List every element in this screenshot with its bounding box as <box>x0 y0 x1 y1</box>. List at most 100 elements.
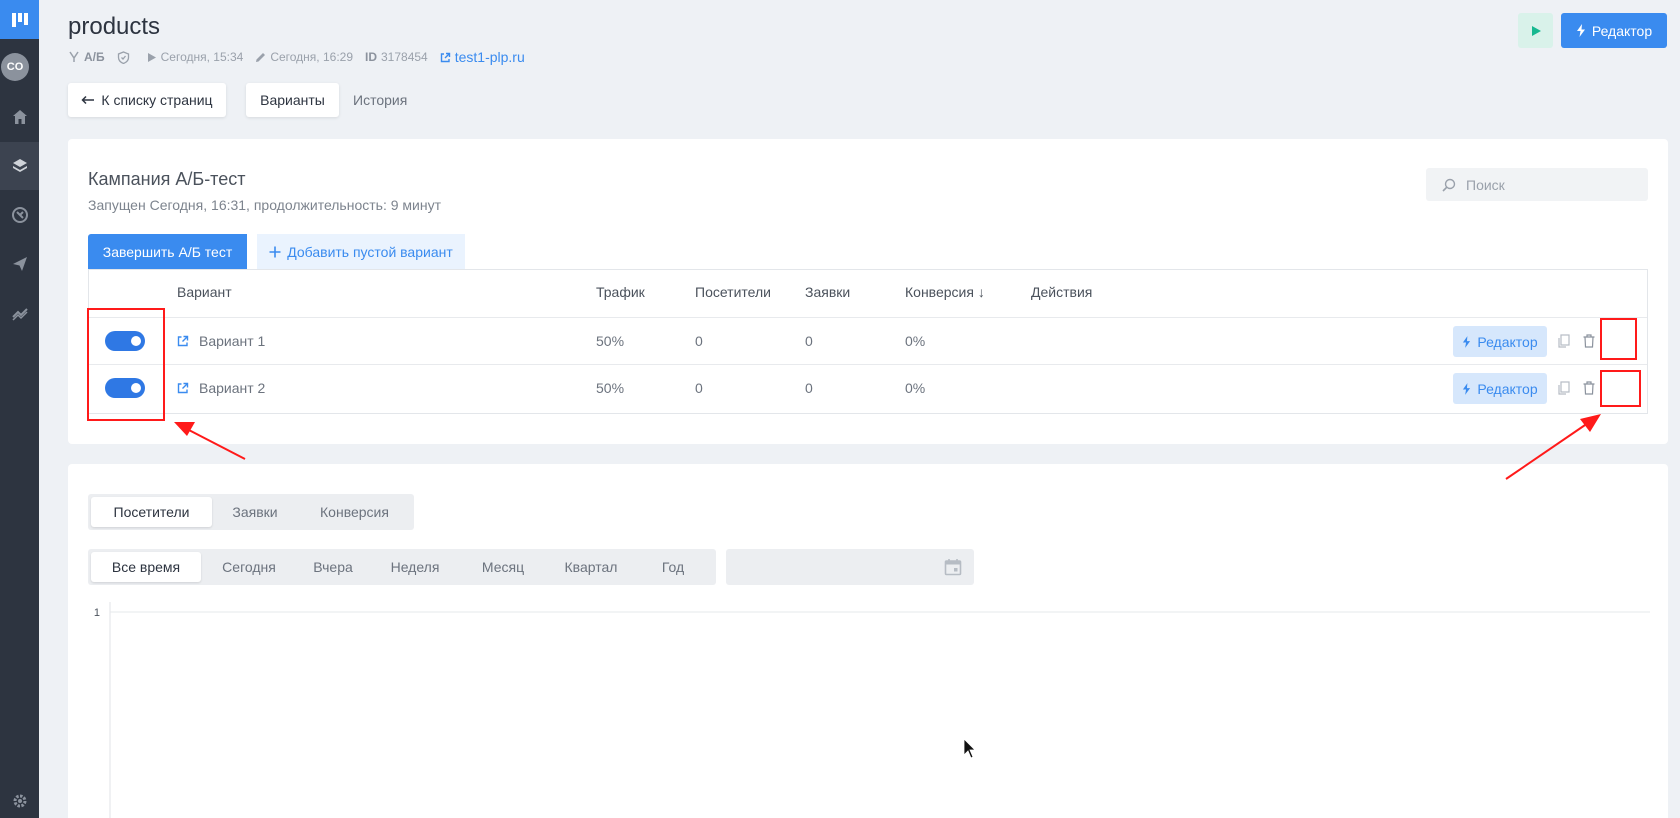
plus-icon <box>269 246 281 257</box>
metric-tabs: Посетители Заявки Конверсия <box>88 494 414 530</box>
period-quarter[interactable]: Квартал <box>545 552 637 582</box>
domain-link[interactable]: test1-plp.ru <box>455 49 525 65</box>
lightning-icon <box>1463 335 1471 348</box>
period-yesterday[interactable]: Вчера <box>297 552 369 582</box>
play-icon <box>1531 25 1541 36</box>
avatar[interactable]: CO <box>1 53 29 81</box>
tab-leads[interactable]: Заявки <box>212 497 298 527</box>
period-year[interactable]: Год <box>637 552 709 582</box>
back-button-label: К списку страниц <box>101 92 213 108</box>
campaign-title: Кампания А/Б-тест <box>88 169 246 189</box>
variant-editor-button[interactable]: Редактор <box>1453 326 1547 357</box>
analytics-icon <box>11 308 28 321</box>
col-traffic: Трафик <box>596 284 645 300</box>
trash-icon[interactable] <box>1580 332 1598 350</box>
page-meta: А/Б Сегодня, 15:34 Сегодня, 16:29 ID 317… <box>68 49 537 65</box>
col-conversion[interactable]: Конверсия ↓ <box>905 284 985 300</box>
sidebar-item-integrations[interactable] <box>0 191 39 239</box>
copy-icon[interactable] <box>1555 332 1573 350</box>
leads-value: 0 <box>805 333 813 349</box>
period-today[interactable]: Сегодня <box>201 552 297 582</box>
tab-history[interactable]: История <box>353 83 407 117</box>
col-leads: Заявки <box>805 284 851 300</box>
annotation-delete-highlight-2 <box>1600 370 1641 407</box>
variant-name[interactable]: Вариант 2 <box>199 380 265 396</box>
integrations-icon <box>11 207 28 223</box>
period-tabs: Все время Сегодня Вчера Неделя Месяц Ква… <box>88 549 716 585</box>
page-title: products <box>68 13 161 40</box>
copy-icon[interactable] <box>1555 379 1573 397</box>
app-logo[interactable] <box>0 0 39 39</box>
chart-y-tick-label: 1 <box>94 607 100 619</box>
period-month[interactable]: Месяц <box>461 552 545 582</box>
annotation-toggle-highlight <box>87 308 165 421</box>
search-placeholder: Поиск <box>1466 176 1505 193</box>
stats-chart: 1 <box>94 602 1650 818</box>
external-link-icon[interactable] <box>177 382 189 394</box>
layers-icon <box>12 159 27 172</box>
variant-editor-label: Редактор <box>1477 333 1538 350</box>
tab-visitors[interactable]: Посетители <box>91 497 212 527</box>
external-link-icon[interactable] <box>177 335 189 347</box>
pencil-icon <box>256 52 266 62</box>
external-link-icon <box>440 52 450 62</box>
leads-value: 0 <box>805 380 813 396</box>
visitors-value: 0 <box>695 380 703 396</box>
visitors-value: 0 <box>695 333 703 349</box>
table-row: Вариант 1 50% 0 0 0% Редактор <box>89 317 1647 364</box>
arrow-left-icon <box>81 95 95 105</box>
sidebar-item-pages[interactable] <box>0 142 39 190</box>
col-variant: Вариант <box>177 284 232 300</box>
published-time: Сегодня, 15:34 <box>160 50 244 64</box>
period-week[interactable]: Неделя <box>369 552 461 582</box>
preview-button[interactable] <box>1518 13 1553 48</box>
variants-table: Вариант Трафик Посетители Заявки Конверс… <box>88 269 1648 414</box>
sidebar-item-send[interactable] <box>0 240 39 288</box>
page-id: 3178454 <box>381 50 428 64</box>
ab-label: А/Б <box>84 50 105 64</box>
edited-time: Сегодня, 16:29 <box>270 50 353 64</box>
ab-test-icon <box>69 51 79 62</box>
traffic-value: 50% <box>596 333 625 349</box>
editor-button-label: Редактор <box>1591 22 1653 39</box>
traffic-value: 50% <box>596 380 625 396</box>
home-icon <box>12 110 27 124</box>
add-variant-label: Добавить пустой вариант <box>287 243 453 260</box>
campaign-card: Кампания А/Б-тест Запущен Сегодня, 16:31… <box>68 139 1668 444</box>
search-input[interactable]: Поиск <box>1426 168 1648 201</box>
tab-conversion[interactable]: Конверсия <box>298 497 411 527</box>
sidebar-item-home[interactable] <box>0 93 39 141</box>
lightning-icon <box>1576 24 1585 37</box>
calendar-icon[interactable] <box>944 558 962 576</box>
gear-icon <box>13 794 26 808</box>
back-to-pages-button[interactable]: К списку страниц <box>68 83 226 117</box>
tab-variants[interactable]: Варианты <box>246 83 339 117</box>
id-label: ID <box>365 50 377 64</box>
period-all-time[interactable]: Все время <box>91 552 201 582</box>
play-icon <box>147 52 156 62</box>
sidebar-item-settings[interactable] <box>0 777 39 818</box>
sidebar: CO <box>0 0 39 818</box>
conversion-value: 0% <box>905 333 926 349</box>
variant-name[interactable]: Вариант 1 <box>199 333 265 349</box>
conversion-value: 0% <box>905 380 926 396</box>
shield-icon <box>117 50 129 64</box>
domain-link-wrap[interactable]: test1-plp.ru <box>440 49 525 65</box>
variant-editor-label: Редактор <box>1477 380 1538 397</box>
date-range-input[interactable] <box>726 549 974 585</box>
send-icon <box>12 257 27 271</box>
table-row: Вариант 2 50% 0 0 0% Редактор <box>89 364 1647 411</box>
col-actions: Действия <box>1031 284 1093 300</box>
editor-button[interactable]: Редактор <box>1561 13 1667 48</box>
finish-ab-test-button[interactable]: Завершить А/Б тест <box>88 234 247 269</box>
variant-editor-button[interactable]: Редактор <box>1453 373 1547 404</box>
stats-card: Посетители Заявки Конверсия Все время Се… <box>68 464 1668 818</box>
trash-icon[interactable] <box>1580 379 1598 397</box>
lightning-icon <box>1463 382 1471 395</box>
annotation-delete-highlight-1 <box>1600 318 1637 360</box>
search-icon <box>1442 178 1456 192</box>
campaign-subtitle: Запущен Сегодня, 16:31, продолжительност… <box>88 197 441 213</box>
sidebar-item-analytics[interactable] <box>0 289 39 337</box>
col-visitors: Посетители <box>695 284 771 300</box>
add-empty-variant-button[interactable]: Добавить пустой вариант <box>257 234 465 269</box>
